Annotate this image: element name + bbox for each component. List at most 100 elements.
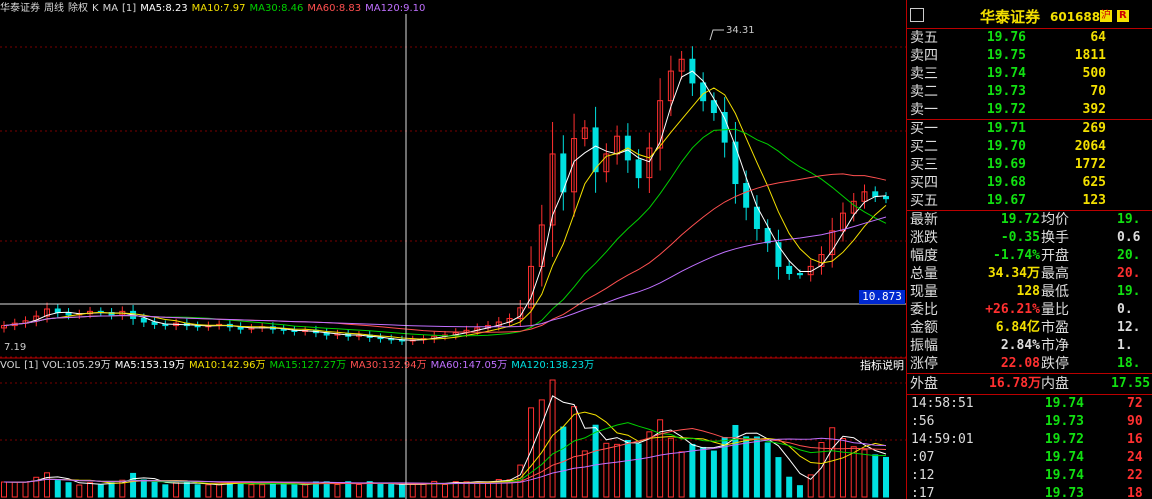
ma120-line	[3, 216, 887, 328]
cursor-price-tag: 10.873	[859, 290, 905, 304]
tick-price: 19.74	[1044, 396, 1084, 411]
ma60-value: MA60:8.83	[307, 3, 362, 14]
volume-bar	[603, 442, 610, 498]
candle-body	[743, 183, 750, 208]
adjust-dropdown[interactable]: 除权	[68, 3, 88, 14]
volume-bar	[334, 484, 341, 498]
tick-time: 14:59:01	[911, 432, 974, 447]
bid-row: 买三 19.69 1772	[907, 156, 1152, 174]
volume-bar	[248, 484, 255, 498]
volume-bar	[635, 443, 642, 498]
stock-name: 华泰证券	[980, 8, 1041, 26]
bid-label: 买五	[910, 193, 938, 209]
ask-row: 卖一 19.72 392	[907, 101, 1152, 119]
volume-bar	[786, 476, 793, 498]
vol-ma60-line	[3, 437, 887, 485]
vol-param[interactable]: [1]	[24, 360, 38, 371]
volume-bar	[581, 450, 588, 498]
ma30-value: MA30:8.46	[249, 3, 304, 14]
bid-volume: 269	[1082, 121, 1106, 136]
volume-bar	[571, 406, 578, 498]
r-tag: R	[1117, 10, 1129, 22]
ask-label: 卖一	[910, 102, 938, 118]
tick-time: :12	[911, 468, 935, 483]
period-dropdown[interactable]: 周线	[44, 3, 64, 14]
stat-row: 振幅 2.84% 市净 1.	[907, 337, 1152, 355]
volume-bar	[689, 443, 696, 498]
ma10-line	[3, 87, 887, 340]
main-indicator-header: 华泰证券 周线 除权 K MA [1] MA5:8.23 MA10:7.97 MA30:8.46…	[0, 2, 429, 16]
stat-label-2: 市净	[1041, 338, 1069, 354]
panel-toggle-icon[interactable]	[910, 8, 924, 22]
stat-label-2: 最低	[1041, 284, 1069, 300]
volume-bar	[97, 484, 104, 498]
volume-bar	[183, 481, 190, 498]
ask-volume: 1811	[1074, 48, 1106, 63]
ask-label: 卖二	[910, 84, 938, 100]
inner-label: 内盘	[1041, 376, 1069, 392]
inner-value: 17.55	[1111, 376, 1151, 391]
outer-inner-row: 外盘 16.78万 内盘 17.55	[907, 374, 1152, 395]
vol-dropdown[interactable]: VOL	[0, 360, 20, 371]
bid-row: 买五 19.67 123	[907, 192, 1152, 210]
stat-row: 涨停 22.08 跌停 18.	[907, 355, 1152, 373]
stat-label-2: 换手	[1041, 230, 1069, 246]
tick-row: :07 19.74 24	[907, 449, 1152, 467]
volume-bar	[194, 484, 201, 498]
volume-bar	[850, 446, 857, 498]
volume-bar	[11, 481, 18, 498]
tick-time: 14:58:51	[911, 396, 974, 411]
stat-value-2: 12.	[1117, 320, 1141, 335]
volume-bar	[420, 483, 427, 498]
volume-bar	[872, 454, 879, 498]
bid-price: 19.69	[986, 157, 1026, 172]
ask-price: 19.72	[986, 102, 1026, 117]
tick-row: 14:59:01 19.72 16	[907, 431, 1152, 449]
vol-ma10-line	[3, 411, 887, 485]
tick-row: :12 19.74 22	[907, 467, 1152, 485]
stat-label: 总量	[910, 266, 938, 282]
ask-price: 19.73	[986, 84, 1026, 99]
bid-price: 19.68	[986, 175, 1026, 190]
bid-row: 买四 19.68 625	[907, 174, 1152, 192]
candle-body	[635, 159, 642, 179]
volume-bar	[796, 485, 803, 498]
chart-type-dropdown[interactable]: K	[92, 3, 99, 14]
volume-bar	[65, 482, 72, 498]
volume-bar	[528, 407, 535, 498]
tick-volume: 22	[1127, 468, 1143, 483]
ma10-value: MA10:7.97	[191, 3, 246, 14]
stock-name-dropdown[interactable]: 华泰证券	[0, 3, 40, 14]
candle-body	[732, 141, 739, 185]
tick-list[interactable]: 14:58:51 19.74 72:56 19.73 90 14:59:01 19.72 16…	[907, 395, 1152, 499]
kline-chart-svg[interactable]	[0, 0, 906, 499]
ask-label: 卖五	[910, 30, 938, 46]
kline-chart-area[interactable]: 华泰证券 周线 除权 K MA [1] MA5:8.23 MA10:7.97 MA30:8.46…	[0, 0, 906, 499]
volume-bar	[388, 483, 395, 498]
volume-bar	[474, 481, 481, 498]
indicator-help-button[interactable]: 指标说明	[860, 359, 904, 373]
stat-row: 金额 6.84亿 市盈 12.	[907, 319, 1152, 337]
volume-bar	[54, 480, 61, 498]
bid-row: 买二 19.70 2064	[907, 138, 1152, 156]
volume-bar	[667, 437, 674, 498]
indicator-dropdown[interactable]: MA	[103, 3, 118, 14]
stock-code: 601688	[1050, 10, 1101, 24]
stat-label: 金额	[910, 320, 938, 336]
stat-value: 22.08	[1000, 356, 1040, 371]
stat-value: 34.34万	[987, 266, 1040, 281]
ask-label: 卖四	[910, 48, 938, 64]
volume-bar	[732, 424, 739, 498]
ma5-value: MA5:8.23	[140, 3, 188, 14]
stat-row: 现量 128 最低 19.	[907, 283, 1152, 301]
indicator-param[interactable]: [1]	[122, 3, 136, 14]
vol-ma15-value: MA15:127.27万	[269, 360, 347, 371]
ask-volume: 64	[1090, 30, 1106, 45]
stat-label-2: 开盘	[1041, 248, 1069, 264]
volume-bar	[1, 481, 7, 498]
bid-price: 19.70	[986, 139, 1026, 154]
bid-row: 买一 19.71 269	[907, 120, 1152, 138]
tick-price: 19.72	[1044, 432, 1084, 447]
volume-bar	[775, 457, 782, 498]
tick-row: :56 19.73 90	[907, 413, 1152, 431]
